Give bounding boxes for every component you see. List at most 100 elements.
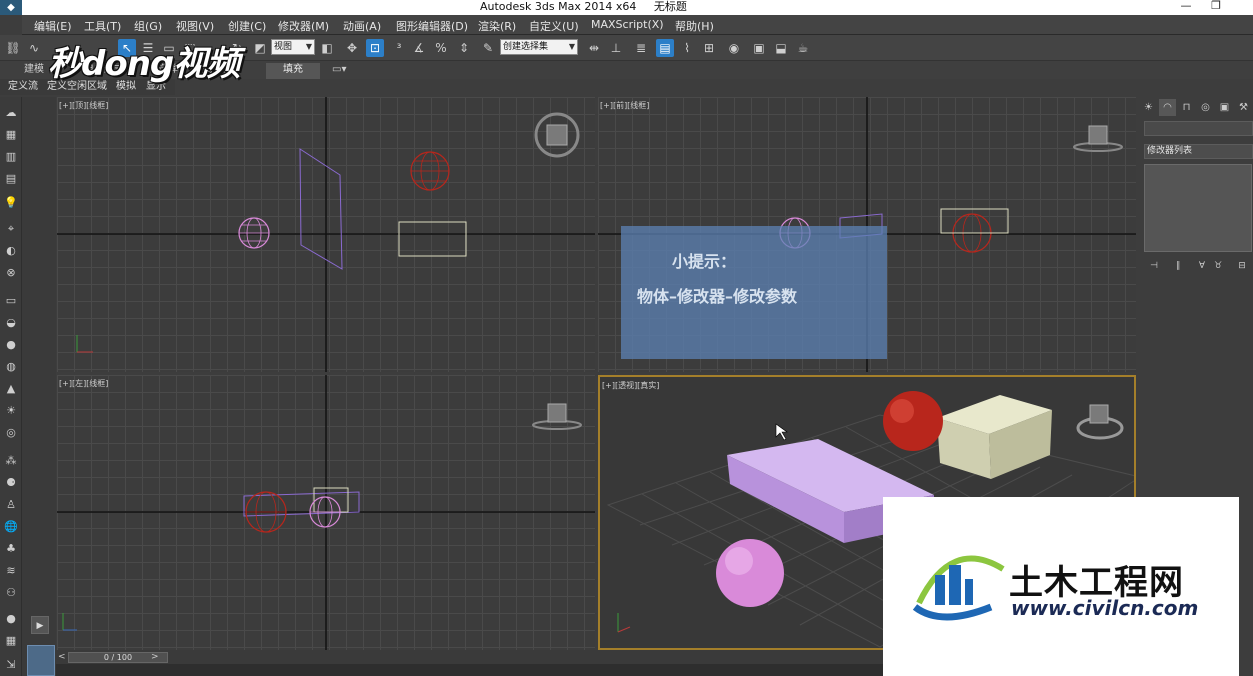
create-flow-icon[interactable]: ☁ [3,105,19,121]
menu-rendering[interactable]: 渲染(R) [478,18,516,34]
tab-modeling[interactable]: 建模 [16,63,52,79]
pink-sphere-mesh[interactable] [716,539,784,607]
mirror-icon[interactable]: ⇹ [585,39,603,57]
modifier-stack[interactable] [1144,164,1252,252]
menu-graph-editors[interactable]: 图形编辑器(D) [396,18,468,34]
modify-tab-icon[interactable]: ◠ [1159,99,1176,116]
menu-tools[interactable]: 工具(T) [84,18,121,34]
reference-coordinate-select[interactable]: 视图 ▼ [271,39,315,55]
box-wireframe[interactable] [398,221,467,257]
configure-sets-icon[interactable]: ⊟ [1234,258,1250,274]
viewport-left[interactable]: [+][左][线框] [57,375,595,650]
render-teapot-icon[interactable]: ☕ [794,39,812,57]
subtab-define-flows[interactable]: 定义流 [8,80,38,94]
geosphere-icon[interactable]: ◍ [3,359,19,375]
snap-toggle-icon[interactable]: ³ [390,39,408,57]
scene-explorer-icon[interactable]: ▤ [656,39,674,57]
ribbon-toggle-icon[interactable]: ▭▾ [324,63,354,79]
render-setup-icon[interactable]: ▣ [750,39,768,57]
percent-snap-icon[interactable]: % [432,39,450,57]
material-editor-icon[interactable]: ◉ [725,39,743,57]
spinner-snap-icon[interactable]: ⇕ [455,39,473,57]
edit-named-selection-icon[interactable]: ✎ [479,39,497,57]
schematic-view-icon[interactable]: ⊞ [700,39,718,57]
show-end-result-icon[interactable]: ∥ [1170,258,1186,274]
space-warp-icon[interactable]: ⊗ [3,265,19,281]
menu-edit[interactable]: 编辑(E) [34,18,72,34]
viewport-layout-button[interactable] [27,645,55,676]
restore-button[interactable]: ❐ [1204,0,1228,14]
menu-maxscript[interactable]: MAXScript(X) [591,18,664,31]
viewport-top[interactable]: [+][顶][线框] [57,97,595,372]
cream-box-mesh[interactable] [937,395,1052,479]
camera-icon[interactable]: ⌖ [3,221,19,237]
app-logo-icon[interactable]: ◆ [0,0,22,15]
torus-icon[interactable]: ◎ [3,425,19,441]
make-unique-icon[interactable]: ∀ [1194,258,1210,274]
pin-stack-icon[interactable]: ⊣ [1146,258,1162,274]
box-wireframe[interactable] [940,208,1009,234]
angle-snap-icon[interactable]: ∡ [410,39,428,57]
viewcube-left-icon[interactable] [532,403,582,430]
pink-sphere-wireframe[interactable] [238,217,270,249]
character-icon[interactable]: ♙ [3,497,19,513]
display-tab-icon[interactable]: ▣ [1216,99,1233,116]
remove-modifier-icon[interactable]: ♉ [1210,258,1226,274]
named-selection-select[interactable]: 创建选择集 ▼ [500,39,578,55]
manipulate-icon[interactable]: ⊡ [366,39,384,57]
scale-icon[interactable]: ◩ [251,39,269,57]
timeline-next-button[interactable]: > [151,652,159,662]
menu-group[interactable]: 组(G) [134,18,162,34]
viewcube-top-icon[interactable] [534,112,580,158]
motion-tab-icon[interactable]: ◎ [1197,99,1214,116]
light-icon[interactable]: 💡 [3,195,19,211]
utilities-tab-icon[interactable]: ⚒ [1235,99,1252,116]
menu-help[interactable]: 帮助(H) [675,18,714,34]
display-icon[interactable]: ▤ [3,171,19,187]
unlink-icon[interactable]: ∿ [25,39,43,57]
rendered-frame-icon[interactable]: ⬓ [772,39,790,57]
sun-icon[interactable]: ☀ [3,403,19,419]
hierarchy-tab-icon[interactable]: ⊓ [1178,99,1195,116]
building-icon[interactable]: ▦ [3,633,19,649]
object-name-field[interactable] [1144,121,1253,136]
link-icon[interactable]: ⛓ [4,39,22,57]
modifier-list-dropdown[interactable]: 修改器列表 [1144,144,1253,159]
hair-icon[interactable]: ≋ [3,563,19,579]
red-sphere-wireframe[interactable] [245,491,287,533]
minimize-button[interactable]: — [1174,0,1198,14]
viewcube-perspective-icon[interactable] [1076,404,1124,440]
viewcube-front-icon[interactable] [1073,125,1123,152]
helper-icon[interactable]: ◐ [3,243,19,259]
menu-views[interactable]: 视图(V) [176,18,214,34]
tab-populate[interactable]: 填充 [266,63,320,79]
create-idle-area-icon[interactable]: ▦ [3,127,19,143]
cloth-icon[interactable]: ⚇ [3,585,19,601]
pink-sphere-wireframe[interactable] [309,496,341,528]
red-sphere-mesh[interactable] [883,391,943,451]
move-icon[interactable]: ✥ [343,39,361,57]
particles-icon[interactable]: ⁂ [3,453,19,469]
menu-customize[interactable]: 自定义(U) [529,18,579,34]
exit-icon[interactable]: ⇲ [3,657,19,673]
cone-icon[interactable]: ◒ [3,315,19,331]
menu-modifiers[interactable]: 修改器(M) [278,18,329,34]
dynamics-icon[interactable]: ⚈ [3,475,19,491]
sphere-icon[interactable]: ● [3,337,19,353]
menu-create[interactable]: 创建(C) [228,18,266,34]
red-sphere-wireframe[interactable] [410,151,450,191]
box-icon[interactable]: ▭ [3,293,19,309]
expand-panel-button[interactable]: ▶ [31,616,49,634]
box-wireframe[interactable] [313,487,349,513]
globe-icon[interactable]: 🌐 [3,519,19,535]
plane-wireframe[interactable] [299,148,343,270]
pivot-center-icon[interactable]: ◧ [318,39,336,57]
foliage-icon[interactable]: ♣ [3,541,19,557]
layer-manager-icon[interactable]: ≣ [632,39,650,57]
timeline-prev-button[interactable]: < [58,652,66,662]
create-tab-icon[interactable]: ☀ [1140,99,1157,116]
menu-animation[interactable]: 动画(A) [343,18,381,34]
simulate-icon[interactable]: ▥ [3,149,19,165]
align-icon[interactable]: ⊥ [607,39,625,57]
pyramid-icon[interactable]: ▲ [3,381,19,397]
